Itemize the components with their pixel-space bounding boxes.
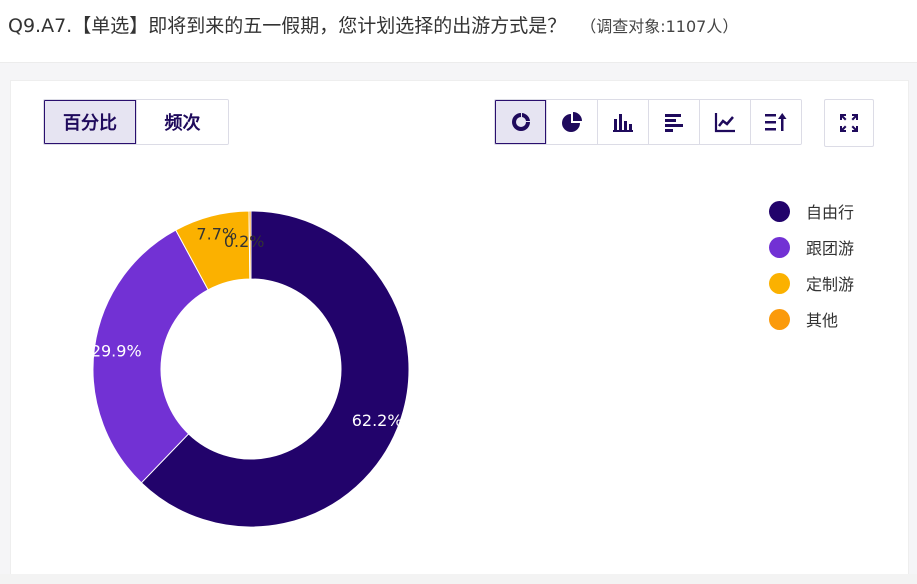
legend-item[interactable]: 自由行 xyxy=(769,193,854,229)
legend-item[interactable]: 定制游 xyxy=(769,265,854,301)
pie-chart-icon xyxy=(562,112,582,132)
chart-type-toolbar xyxy=(494,99,802,145)
slice-data-label-4: 0.2% xyxy=(224,232,265,251)
header-bar: Q9.A7.【单选】即将到来的五一假期，您计划选择的出游方式是？ （调查对象:11… xyxy=(0,0,917,63)
column-chart-button[interactable] xyxy=(597,100,648,144)
legend-swatch xyxy=(769,200,790,222)
sort-icon xyxy=(765,113,787,131)
legend-swatch xyxy=(769,272,790,294)
chart-card: 百分比 频次 62.2% 29.9% 7.7% 0.2% 自由行 跟团游 定制游… xyxy=(10,80,909,576)
line-chart-button[interactable] xyxy=(699,100,750,144)
pie-chart-button[interactable] xyxy=(546,100,597,144)
question-text: Q9.A7.【单选】即将到来的五一假期，您计划选择的出游方式是？ xyxy=(8,15,567,37)
page-footer-strip xyxy=(0,574,917,584)
bar-chart-button[interactable] xyxy=(648,100,699,144)
legend-item[interactable]: 跟团游 xyxy=(769,229,854,265)
legend-label: 自由行 xyxy=(806,203,855,222)
slice-data-label-2: 29.9% xyxy=(91,342,142,361)
donut-chart-icon xyxy=(511,113,530,131)
donut-chart-button[interactable] xyxy=(495,100,546,144)
chart-legend: 自由行跟团游定制游其他 xyxy=(769,193,854,337)
legend-swatch xyxy=(769,308,790,330)
donut-chart: 62.2%29.9%7.7%0.2% xyxy=(91,210,410,528)
legend-label: 跟团游 xyxy=(806,239,855,258)
legend-item[interactable]: 其他 xyxy=(769,301,854,337)
legend-label: 其他 xyxy=(806,311,839,330)
fullscreen-button[interactable] xyxy=(824,99,874,147)
sort-button[interactable] xyxy=(750,100,801,144)
legend-swatch xyxy=(769,236,790,258)
slice-data-label-1: 62.2% xyxy=(352,411,403,430)
legend-label: 定制游 xyxy=(806,275,855,294)
column-chart-icon xyxy=(613,114,633,132)
frequency-mode-button[interactable]: 频次 xyxy=(136,100,228,144)
bar-chart-icon xyxy=(665,114,683,132)
line-chart-icon xyxy=(714,113,735,133)
percent-mode-button[interactable]: 百分比 xyxy=(44,100,136,144)
display-mode-toggle: 百分比 频次 xyxy=(43,99,229,145)
expand-icon xyxy=(840,114,858,132)
respondent-count: （调查对象:1107人） xyxy=(580,17,739,36)
question-title: Q9.A7.【单选】即将到来的五一假期，您计划选择的出游方式是？ （调查对象:11… xyxy=(8,11,738,38)
